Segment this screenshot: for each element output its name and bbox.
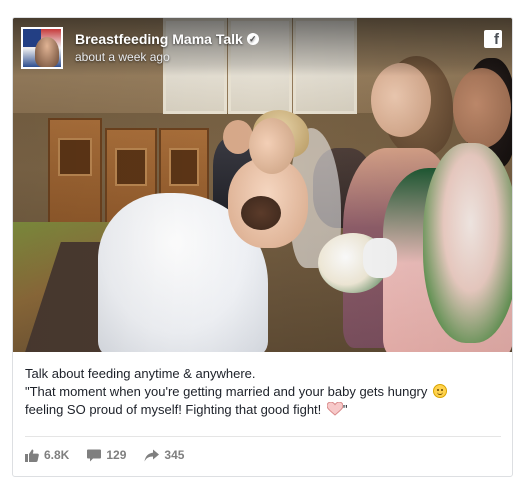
divider xyxy=(25,436,501,437)
post-caption: Talk about feeding anytime & anywhere. "… xyxy=(25,365,501,419)
caption-text: feeling SO proud of myself! Fighting tha… xyxy=(25,402,322,417)
avatar-figure xyxy=(35,37,59,67)
smile-emoji-icon xyxy=(433,384,447,398)
post-header: Breastfeeding Mama Talk ✓ about a week ag… xyxy=(13,18,512,76)
engagement-bar: 6.8K 129 345 xyxy=(25,444,202,466)
caption-line-3: feeling SO proud of myself! Fighting tha… xyxy=(25,401,501,419)
page-avatar[interactable] xyxy=(21,27,63,69)
shares-count: 345 xyxy=(164,448,185,462)
page-name-link[interactable]: Breastfeeding Mama Talk ✓ xyxy=(75,31,259,47)
verified-badge-icon: ✓ xyxy=(246,33,259,46)
likes-stat[interactable]: 6.8K xyxy=(25,448,69,462)
caption-text: " xyxy=(342,402,348,417)
facebook-post-card: Breastfeeding Mama Talk ✓ about a week ag… xyxy=(12,17,513,477)
page-name: Breastfeeding Mama Talk xyxy=(75,31,243,47)
caption-text: "That moment when you're getting married… xyxy=(25,384,428,399)
comments-stat[interactable]: 129 xyxy=(87,448,126,462)
post-photo[interactable]: Breastfeeding Mama Talk ✓ about a week ag… xyxy=(13,18,512,352)
thumbs-up-icon xyxy=(25,449,39,462)
caption-line-2: "That moment when you're getting married… xyxy=(25,383,501,401)
comment-icon xyxy=(87,449,102,461)
share-arrow-icon xyxy=(144,449,160,461)
heart-emoji-icon xyxy=(326,402,343,416)
comments-count: 129 xyxy=(106,448,127,462)
likes-count: 6.8K xyxy=(44,448,70,462)
caption-line: Talk about feeding anytime & anywhere. xyxy=(25,366,256,381)
facebook-icon[interactable]: f xyxy=(484,30,502,48)
shares-stat[interactable]: 345 xyxy=(144,448,184,462)
post-timestamp[interactable]: about a week ago xyxy=(75,50,170,64)
